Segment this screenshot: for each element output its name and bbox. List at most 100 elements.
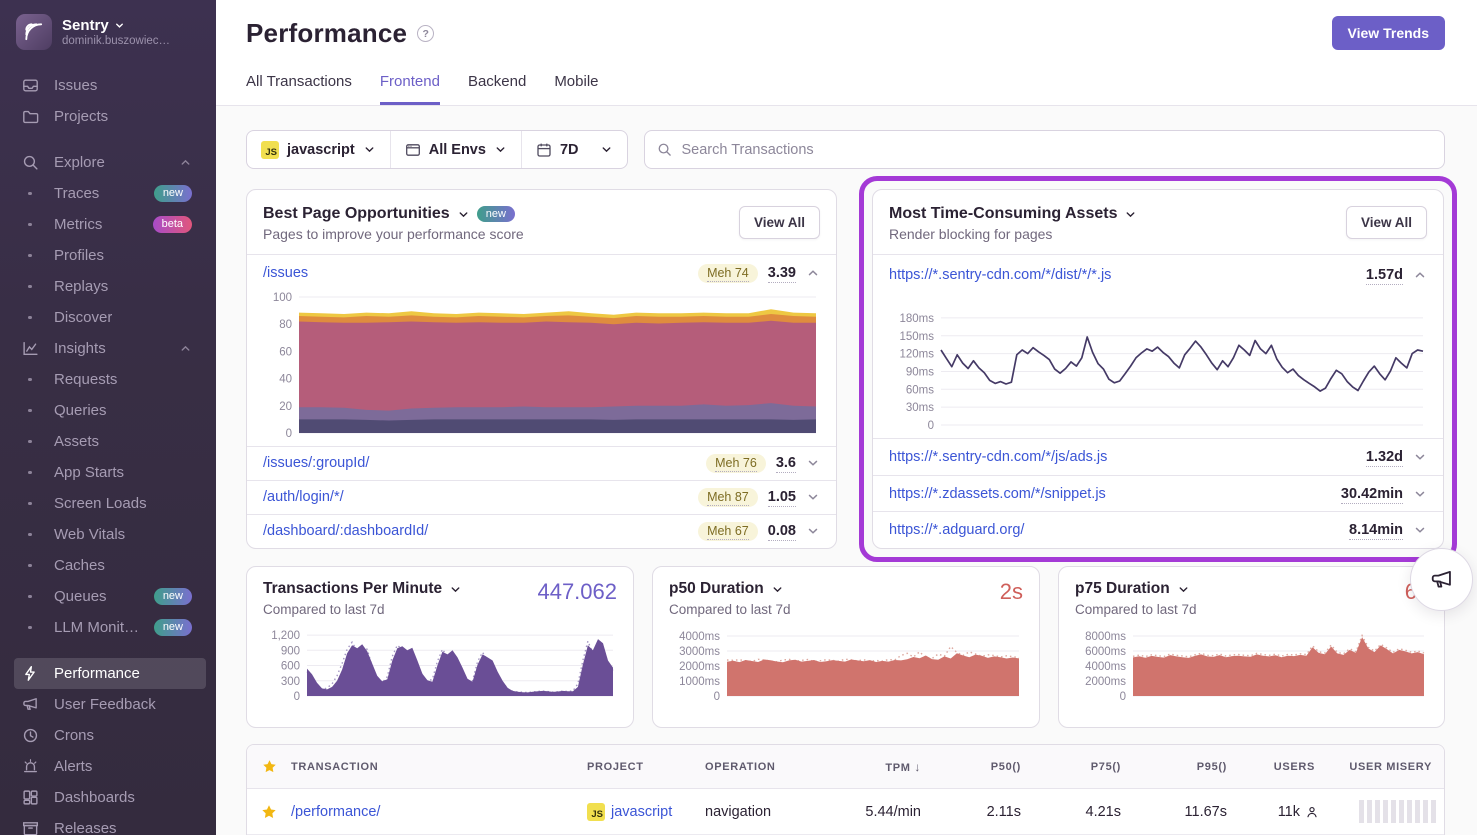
p75-title-dropdown[interactable]: p75 Duration (1075, 580, 1428, 598)
column-header-user-misery[interactable]: USER MISERY (1319, 761, 1438, 773)
column-header-p50[interactable]: P50() (925, 761, 1025, 773)
transaction-link[interactable]: /issues (263, 265, 688, 281)
score-badge[interactable]: Meh 67 (698, 522, 758, 541)
column-header-users[interactable]: USERS (1231, 761, 1319, 773)
column-header-tpm[interactable]: TPM ↓ (813, 760, 925, 774)
view-trends-button[interactable]: View Trends (1332, 16, 1445, 50)
issues-icon (22, 78, 44, 94)
sidebar-item-app-starts[interactable]: App Starts (14, 457, 206, 488)
accordion-row-ads-js[interactable]: https://*.sentry-cdn.com/*/js/ads.js 1.3… (873, 438, 1443, 475)
accordion-row-adguard[interactable]: https://*.adguard.org/ 8.14min (873, 511, 1443, 548)
accordion-row-dist-js[interactable]: https://*.sentry-cdn.com/*/dist/*/*.js 1… (873, 255, 1443, 294)
search-input[interactable] (681, 142, 1432, 158)
operation-cell: navigation (705, 804, 813, 820)
megaphone-icon (1430, 568, 1454, 592)
sidebar-item-dashboards[interactable]: Dashboards (14, 782, 206, 813)
opportunity-value: 3.6 (776, 455, 796, 471)
sidebar-item-queues[interactable]: Queuesnew (14, 581, 206, 612)
best-pages-subtitle: Pages to improve your performance score (263, 226, 820, 242)
sidebar-item-issues[interactable]: Issues (14, 70, 206, 101)
p50-title-dropdown[interactable]: p50 Duration (669, 580, 1023, 598)
svg-text:60ms: 60ms (906, 385, 934, 397)
sidebar-item-web-vitals[interactable]: Web Vitals (14, 519, 206, 550)
transaction-link[interactable]: /issues/:groupId/ (263, 455, 696, 471)
transaction-link[interactable]: /dashboard/:dashboardId/ (263, 523, 688, 539)
svg-text:20: 20 (279, 401, 292, 413)
sidebar-item-label: Screen Loads (54, 495, 147, 512)
sidebar-item-alerts[interactable]: Alerts (14, 751, 206, 782)
sidebar-item-caches[interactable]: Caches (14, 550, 206, 581)
best-pages-view-all-button[interactable]: View All (739, 206, 820, 239)
score-badge[interactable]: Meh 76 (706, 454, 766, 473)
misery-bar (1415, 800, 1420, 823)
sidebar-item-performance[interactable]: Performance (14, 658, 206, 689)
help-icon[interactable]: ? (417, 25, 434, 42)
assets-view-all-button[interactable]: View All (1346, 206, 1427, 239)
date-range-filter[interactable]: 7D (521, 131, 628, 168)
sidebar-item-crons[interactable]: Crons (14, 720, 206, 751)
p50-title: p50 Duration (669, 580, 764, 598)
sidebar-item-label: Traces (54, 185, 99, 202)
environment-filter[interactable]: All Envs (390, 131, 521, 168)
sidebar-item-queries[interactable]: Queries (14, 395, 206, 426)
star-column-header[interactable] (247, 759, 291, 774)
favorite-star-button[interactable] (247, 804, 291, 820)
score-badge[interactable]: Meh 87 (698, 488, 758, 507)
asset-link[interactable]: https://*.zdassets.com/*/snippet.js (889, 486, 1331, 502)
sidebar-item-assets[interactable]: Assets (14, 426, 206, 457)
sidebar-item-requests[interactable]: Requests (14, 364, 206, 395)
asset-link[interactable]: https://*.adguard.org/ (889, 522, 1339, 538)
sidebar-item-user-feedback[interactable]: User Feedback (14, 689, 206, 720)
project-link[interactable]: javascript (611, 804, 672, 820)
sidebar-nav: IssuesProjects ExploreTracesnewMetricsbet… (14, 70, 206, 835)
user-icon (1305, 805, 1319, 819)
sidebar-item-replays[interactable]: Replays (14, 271, 206, 302)
page-title: Performance (246, 18, 407, 49)
sidebar-item-releases[interactable]: Releases (14, 813, 206, 835)
sidebar-item-traces[interactable]: Tracesnew (14, 178, 206, 209)
column-header-p75[interactable]: P75() (1025, 761, 1125, 773)
sidebar-item-llm-monitoring[interactable]: LLM Monito…new (14, 612, 206, 643)
asset-link[interactable]: https://*.sentry-cdn.com/*/js/ads.js (889, 449, 1356, 465)
accordion-row-snippet-js[interactable]: https://*.zdassets.com/*/snippet.js 30.4… (873, 475, 1443, 512)
transaction-link[interactable]: /auth/login/*/ (263, 489, 688, 505)
accordion-row-auth-login[interactable]: /auth/login/*/ Meh 87 1.05 (247, 480, 836, 514)
svg-text:80: 80 (279, 319, 292, 331)
sidebar-item-projects[interactable]: Projects (14, 101, 206, 132)
tab-frontend[interactable]: Frontend (380, 73, 440, 105)
accordion-row-issues-groupid[interactable]: /issues/:groupId/ Meh 76 3.6 (247, 446, 836, 480)
opportunity-value: 1.05 (768, 489, 796, 505)
users-cell: 11k (1231, 804, 1319, 820)
sidebar-item-discover[interactable]: Discover (14, 302, 206, 333)
chevron-down-icon (114, 20, 125, 31)
tab-backend[interactable]: Backend (468, 73, 526, 105)
column-header-p95[interactable]: P95() (1125, 761, 1231, 773)
sidebar-item-metrics[interactable]: Metricsbeta (14, 209, 206, 240)
sidebar-item-insights[interactable]: Insights (14, 333, 206, 364)
tab-mobile[interactable]: Mobile (554, 73, 598, 105)
sidebar-item-profiles[interactable]: Profiles (14, 240, 206, 271)
asset-link[interactable]: https://*.sentry-cdn.com/*/dist/*/*.js (889, 267, 1356, 283)
svg-text:40: 40 (279, 373, 292, 385)
best-pages-title-dropdown[interactable]: Best Page Opportunities new (263, 205, 820, 223)
accordion-row-issues[interactable]: /issues Meh 74 3.39 (247, 255, 836, 292)
misery-bar (1367, 800, 1372, 823)
sidebar-item-label: Queries (54, 402, 107, 419)
bullet-icon (22, 403, 44, 419)
transaction-link[interactable]: /performance/ (291, 804, 380, 820)
org-switcher[interactable]: Sentry dominik.buszowiec… (14, 14, 206, 50)
main-area: Performance ? View Trends All Transactio… (216, 0, 1477, 835)
tab-all-transactions[interactable]: All Transactions (246, 73, 352, 105)
filter-group: JS javascript All Envs 7D (246, 130, 628, 169)
project-filter[interactable]: JS javascript (247, 131, 390, 168)
column-header-operation[interactable]: OPERATION (705, 761, 813, 773)
p75-area-chart: 8000ms6000ms4000ms2000ms0 (1075, 625, 1428, 701)
accordion-row-dashboard[interactable]: /dashboard/:dashboardId/ Meh 67 0.08 (247, 514, 836, 548)
search-icon (657, 142, 672, 157)
score-badge[interactable]: Meh 74 (698, 264, 758, 283)
column-header-project[interactable]: PROJECT (587, 761, 705, 773)
sidebar-item-explore[interactable]: Explore (14, 147, 206, 178)
column-header-transaction[interactable]: TRANSACTION (291, 761, 587, 773)
sidebar-item-screen-loads[interactable]: Screen Loads (14, 488, 206, 519)
feedback-button[interactable] (1410, 548, 1473, 611)
